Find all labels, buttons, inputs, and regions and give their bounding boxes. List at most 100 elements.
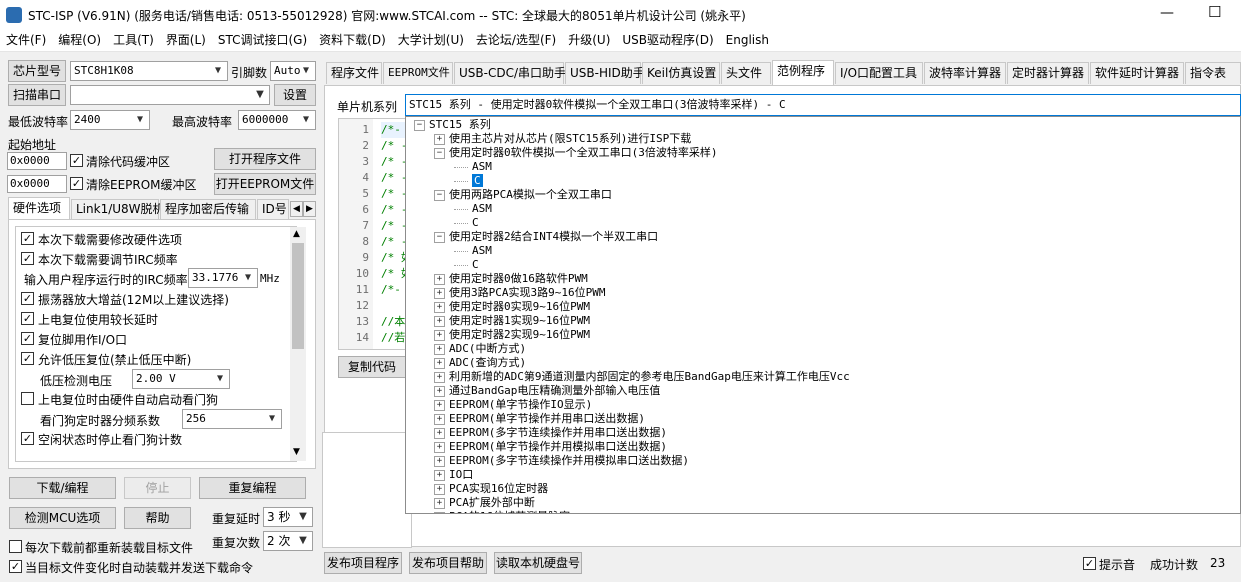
expand-icon[interactable]: + xyxy=(434,357,445,369)
start-address-input[interactable]: 0x0000 xyxy=(7,152,67,170)
scroll-thumb[interactable] xyxy=(292,243,304,349)
tab-scroll-right[interactable]: ▶ xyxy=(303,201,316,217)
code-editor[interactable]: 1 2 3 4 5 6 7 8 9 10 11 12 13 14 /*- /* … xyxy=(338,118,410,350)
option-checkbox[interactable]: ✓ xyxy=(21,232,34,245)
scroll-down-icon[interactable]: ▼ xyxy=(293,447,300,457)
menu-university[interactable]: 大学计划(U) xyxy=(392,30,470,50)
tree-item[interactable]: + 使用定时器1实现9~16位PWM xyxy=(434,314,590,328)
tab-io-config[interactable]: I/O口配置工具 xyxy=(835,62,923,84)
menu-file[interactable]: 文件(F) xyxy=(0,30,52,50)
tree-item[interactable]: + 使用定时器0做16路软件PWM xyxy=(434,272,588,286)
option-checkbox[interactable]: ✓ xyxy=(21,352,34,365)
collapse-icon[interactable]: − xyxy=(434,147,445,159)
option-checkbox[interactable]: ✓ xyxy=(21,312,34,325)
tree-item[interactable]: − STC15 系列 xyxy=(414,118,491,132)
publish-help-button[interactable]: 发布项目帮助 xyxy=(409,552,487,574)
expand-icon[interactable]: + xyxy=(434,329,445,341)
tab-usb-hid[interactable]: USB-HID助手 xyxy=(565,62,645,84)
tab-scroll-left[interactable]: ◀ xyxy=(290,201,303,217)
reprogram-button[interactable]: 重复编程 xyxy=(199,477,306,499)
clear-code-checkbox[interactable]: ✓ xyxy=(70,154,83,167)
tab-link1-offline[interactable]: Link1/U8W脱机 xyxy=(71,199,165,219)
stop-button[interactable]: 停止 xyxy=(124,477,191,499)
option-checkbox[interactable]: ✓ xyxy=(21,292,34,305)
irc-frequency-select[interactable]: 33.1776 ▼ xyxy=(188,268,258,288)
eeprom-address-input[interactable]: 0x0000 xyxy=(7,175,67,193)
lvd-select[interactable]: 2.00 V ▼ xyxy=(132,369,230,389)
help-button[interactable]: 帮助 xyxy=(124,507,191,529)
series-select[interactable]: STC15 系列 - 使用定时器0软件模拟一个全双工串口(3倍波特率采样) - … xyxy=(405,94,1241,116)
tree-item[interactable]: + 使用3路PCA实现3路9~16位PWM xyxy=(434,286,605,300)
expand-icon[interactable]: + xyxy=(434,371,445,383)
menu-tools[interactable]: 工具(T) xyxy=(107,30,160,50)
collapse-icon[interactable]: − xyxy=(414,119,425,131)
option-checkbox[interactable]: ✓ xyxy=(21,252,34,265)
scan-port-button[interactable]: 扫描串口 xyxy=(8,84,66,106)
expand-icon[interactable]: + xyxy=(434,315,445,327)
tree-item[interactable]: − 使用两路PCA模拟一个全双工串口 xyxy=(434,188,612,202)
tree-item[interactable]: C xyxy=(454,174,483,188)
menu-english[interactable]: English xyxy=(720,30,775,50)
wdt-select[interactable]: 256 ▼ xyxy=(182,409,282,429)
open-eeprom-button[interactable]: 打开EEPROM文件 xyxy=(214,173,316,195)
expand-icon[interactable]: + xyxy=(434,301,445,313)
tab-instruction-table[interactable]: 指令表 xyxy=(1185,62,1241,84)
tab-examples[interactable]: 范例程序 xyxy=(772,60,834,85)
options-scrollbar[interactable]: ▲ ▼ xyxy=(290,227,306,461)
settings-button[interactable]: 设置 xyxy=(274,84,316,106)
tab-encrypt-transfer[interactable]: 程序加密后传输 xyxy=(160,199,256,219)
check-mcu-button[interactable]: 检测MCU选项 xyxy=(9,507,116,529)
sound-checkbox[interactable]: ✓ xyxy=(1083,557,1096,570)
tree-item[interactable]: + 使用主芯片对从芯片(限STC15系列)进行ISP下载 xyxy=(434,132,691,146)
menu-upgrade[interactable]: 升级(U) xyxy=(562,30,616,50)
tab-hardware-options[interactable]: 硬件选项 xyxy=(8,197,70,219)
tab-baud-calc[interactable]: 波特率计算器 xyxy=(924,62,1006,84)
tree-item[interactable]: + EEPROM(多字节连续操作并用串口送出数据) xyxy=(434,426,667,440)
expand-icon[interactable]: + xyxy=(434,483,445,495)
minimize-button[interactable]: — xyxy=(1160,5,1174,21)
tree-item[interactable]: + 使用定时器2实现9~16位PWM xyxy=(434,328,590,342)
retry-count-select[interactable]: 2 次 ▼ xyxy=(263,531,313,551)
expand-icon[interactable]: + xyxy=(434,287,445,299)
chip-model-label[interactable]: 芯片型号 xyxy=(8,60,66,82)
option-checkbox[interactable]: ✓ xyxy=(21,432,34,445)
tree-item[interactable]: + 利用新增的ADC第9通道测量内部固定的参考电压BandGap电压来计算工作电压… xyxy=(434,370,850,384)
reload-checkbox[interactable] xyxy=(9,540,22,553)
tree-item[interactable]: + EEPROM(单字节操作并用串口送出数据) xyxy=(434,412,645,426)
scroll-up-icon[interactable]: ▲ xyxy=(293,229,300,239)
menu-download[interactable]: 资料下载(D) xyxy=(313,30,392,50)
tree-item[interactable]: ASM xyxy=(454,244,492,258)
tab-header-file[interactable]: 头文件 xyxy=(721,62,771,84)
expand-icon[interactable]: + xyxy=(434,133,445,145)
tab-usb-cdc[interactable]: USB-CDC/串口助手 xyxy=(454,62,566,84)
menu-interface[interactable]: 界面(L) xyxy=(160,30,212,50)
tree-item[interactable]: + EEPROM(单字节操作IO显示) xyxy=(434,398,592,412)
download-program-button[interactable]: 下载/编程 xyxy=(9,477,116,499)
maximize-button[interactable]: ☐ xyxy=(1208,3,1221,21)
expand-icon[interactable]: + xyxy=(434,497,445,509)
tree-item[interactable]: + EEPROM(多字节连续操作并用模拟串口送出数据) xyxy=(434,454,689,468)
max-baud-select[interactable]: 6000000 ▼ xyxy=(238,110,316,130)
tree-item[interactable]: ASM xyxy=(454,160,492,174)
tree-item[interactable]: + 通过BandGap电压精确测量外部输入电压值 xyxy=(434,384,660,398)
port-select[interactable]: ▼ xyxy=(70,85,270,105)
expand-icon[interactable]: + xyxy=(434,385,445,397)
publish-program-button[interactable]: 发布项目程序 xyxy=(324,552,402,574)
expand-icon[interactable]: + xyxy=(434,427,445,439)
expand-icon[interactable]: + xyxy=(434,511,445,513)
expand-icon[interactable]: + xyxy=(434,469,445,481)
clear-eeprom-checkbox[interactable]: ✓ xyxy=(70,177,83,190)
tab-keil-settings[interactable]: Keil仿真设置 xyxy=(642,62,720,84)
auto-load-checkbox[interactable]: ✓ xyxy=(9,560,22,573)
menu-usb-driver[interactable]: USB驱动程序(D) xyxy=(616,30,719,50)
tree-item[interactable]: − 使用定时器2结合INT4模拟一个半双工串口 xyxy=(434,230,658,244)
collapse-icon[interactable]: − xyxy=(434,189,445,201)
tree-item[interactable]: − 使用定时器0软件模拟一个全双工串口(3倍波特率采样) xyxy=(434,146,718,160)
tree-item[interactable]: + PCA实现16位定时器 xyxy=(434,482,548,496)
expand-icon[interactable]: + xyxy=(434,413,445,425)
menu-program[interactable]: 编程(O) xyxy=(52,30,107,50)
tab-eeprom-file[interactable]: EEPROM文件 xyxy=(383,62,453,84)
expand-icon[interactable]: + xyxy=(434,399,445,411)
menu-debug[interactable]: STC调试接口(G) xyxy=(212,30,313,50)
retry-delay-select[interactable]: 3 秒 ▼ xyxy=(263,507,313,527)
